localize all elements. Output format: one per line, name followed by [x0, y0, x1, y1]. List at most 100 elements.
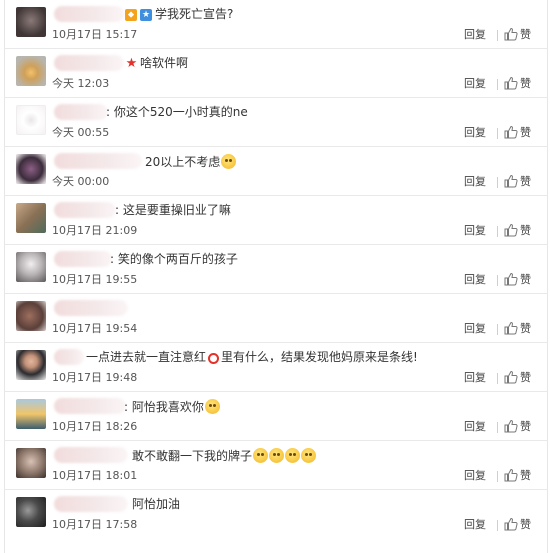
reply-button[interactable]: 回复: [464, 126, 486, 140]
thumbs-up-icon: [504, 468, 518, 482]
like-button[interactable]: 赞: [504, 75, 531, 91]
like-button[interactable]: 赞: [504, 369, 531, 385]
like-label: 赞: [520, 420, 531, 433]
reply-button[interactable]: 回复: [464, 322, 486, 336]
comment-text: 一点进去就一直注意红 里有什么，结果发现他妈原来是条线!: [86, 350, 418, 365]
comment-item: : 这是要重操旧业了嘛 10月17日 21:09 回复 赞: [4, 196, 548, 245]
like-button[interactable]: 赞: [504, 271, 531, 287]
comment-item: : 阿怡我喜欢你 10月17日 18:26 回复 赞: [4, 392, 548, 441]
comment-text: 学我死亡宣告?: [155, 7, 234, 21]
comment-time: 今天 00:00: [52, 175, 110, 188]
comment-time: 10月17日 18:01: [52, 469, 138, 482]
username-blurred[interactable]: [54, 153, 142, 169]
username-blurred[interactable]: [54, 496, 128, 512]
comment-item: : 笑的像个两百斤的孩子 10月17日 19:55 回复 赞: [4, 245, 548, 294]
like-button[interactable]: 赞: [504, 222, 531, 238]
comment-time: 今天 00:55: [52, 126, 110, 139]
thumbs-up-icon: [504, 370, 518, 384]
username-blurred[interactable]: [54, 398, 126, 414]
like-button[interactable]: 赞: [504, 173, 531, 189]
like-label: 赞: [520, 28, 531, 41]
comment-time: 10月17日 18:26: [52, 420, 138, 433]
shy-emoji-icon: [253, 448, 269, 463]
laughing-emoji-icon: [204, 399, 220, 414]
divider: [497, 226, 498, 237]
divider: [497, 177, 498, 188]
comment-text-part: 里有什么，结果发现他妈原来是条线!: [221, 350, 418, 364]
like-button[interactable]: 赞: [504, 516, 531, 532]
comment-text-part: 一点进去就一直注意红: [86, 350, 207, 364]
star-badge-icon: ★: [125, 56, 138, 71]
vip-badge-icon: ⬥: [125, 9, 137, 21]
comment-text-body: : 阿怡我喜欢你: [124, 400, 204, 414]
comment-text: 敢不敢翻一下我的牌子: [132, 448, 317, 464]
username-blurred[interactable]: [54, 447, 128, 463]
avatar[interactable]: [16, 7, 46, 37]
shy-emoji-icon: [269, 448, 285, 463]
username-blurred[interactable]: [54, 300, 128, 316]
comment-item: 阿怡加油 10月17日 17:58 回复 赞: [4, 490, 548, 539]
comment-text: : 笑的像个两百斤的孩子: [110, 252, 238, 266]
comment-text-body: 20以上不考虑: [145, 155, 221, 169]
username-blurred[interactable]: [54, 349, 84, 365]
like-label: 赞: [520, 224, 531, 237]
reply-button[interactable]: 回复: [464, 420, 486, 434]
reply-button[interactable]: 回复: [464, 224, 486, 238]
comment-time: 10月17日 19:54: [52, 322, 138, 335]
like-button[interactable]: 赞: [504, 320, 531, 336]
reply-button[interactable]: 回复: [464, 28, 486, 42]
thumbs-up-icon: [504, 517, 518, 531]
avatar[interactable]: [16, 105, 46, 135]
comment-text: : 你这个520一小时真的ne: [106, 105, 248, 119]
avatar[interactable]: [16, 497, 46, 527]
divider: [497, 30, 498, 41]
divider: [497, 373, 498, 384]
thumbs-up-icon: [504, 272, 518, 286]
comment-text: : 这是要重操旧业了嘛: [115, 203, 231, 217]
avatar[interactable]: [16, 448, 46, 478]
divider: [497, 79, 498, 90]
verified-badge-icon: ★: [140, 9, 152, 21]
divider: [497, 128, 498, 139]
like-button[interactable]: 赞: [504, 418, 531, 434]
like-button[interactable]: 赞: [504, 26, 531, 42]
username-blurred[interactable]: [54, 6, 124, 22]
comment-text: : 阿怡我喜欢你: [124, 399, 220, 415]
comment-item: 20以上不考虑 今天 00:00 回复 赞: [4, 147, 548, 196]
comment-item: : 你这个520一小时真的ne 今天 00:55 回复 赞: [4, 98, 548, 147]
reply-button[interactable]: 回复: [464, 175, 486, 189]
comment-time: 今天 12:03: [52, 77, 110, 90]
comment-item: 敢不敢翻一下我的牌子 10月17日 18:01 回复 赞: [4, 441, 548, 490]
avatar[interactable]: [16, 252, 46, 282]
avatar[interactable]: [16, 56, 46, 86]
thumbs-up-icon: [504, 223, 518, 237]
thumbs-up-icon: [504, 321, 518, 335]
thumbs-up-icon: [504, 174, 518, 188]
username-blurred[interactable]: [54, 104, 108, 120]
like-button[interactable]: 赞: [504, 467, 531, 483]
avatar[interactable]: [16, 399, 46, 429]
like-button[interactable]: 赞: [504, 124, 531, 140]
comment-time: 10月17日 15:17: [52, 28, 138, 41]
reply-button[interactable]: 回复: [464, 518, 486, 532]
red-circle-icon: [208, 353, 220, 364]
like-label: 赞: [520, 77, 531, 90]
comment-item: ⬥ ★ 学我死亡宣告? 10月17日 15:17 回复 赞: [4, 0, 548, 49]
username-blurred[interactable]: [54, 55, 124, 71]
reply-button[interactable]: 回复: [464, 77, 486, 91]
reply-button[interactable]: 回复: [464, 469, 486, 483]
comment-text: 20以上不考虑: [145, 154, 237, 170]
comment-item: ★ 啥软件啊 今天 12:03 回复 赞: [4, 49, 548, 98]
grin-emoji-icon: [221, 154, 237, 169]
comment-time: 10月17日 19:48: [52, 371, 138, 384]
avatar[interactable]: [16, 154, 46, 184]
avatar[interactable]: [16, 301, 46, 331]
avatar[interactable]: [16, 203, 46, 233]
avatar[interactable]: [16, 350, 46, 380]
reply-button[interactable]: 回复: [464, 371, 486, 385]
username-blurred[interactable]: [54, 251, 112, 267]
reply-button[interactable]: 回复: [464, 273, 486, 287]
comment-time: 10月17日 19:55: [52, 273, 138, 286]
username-blurred[interactable]: [54, 202, 116, 218]
like-label: 赞: [520, 175, 531, 188]
